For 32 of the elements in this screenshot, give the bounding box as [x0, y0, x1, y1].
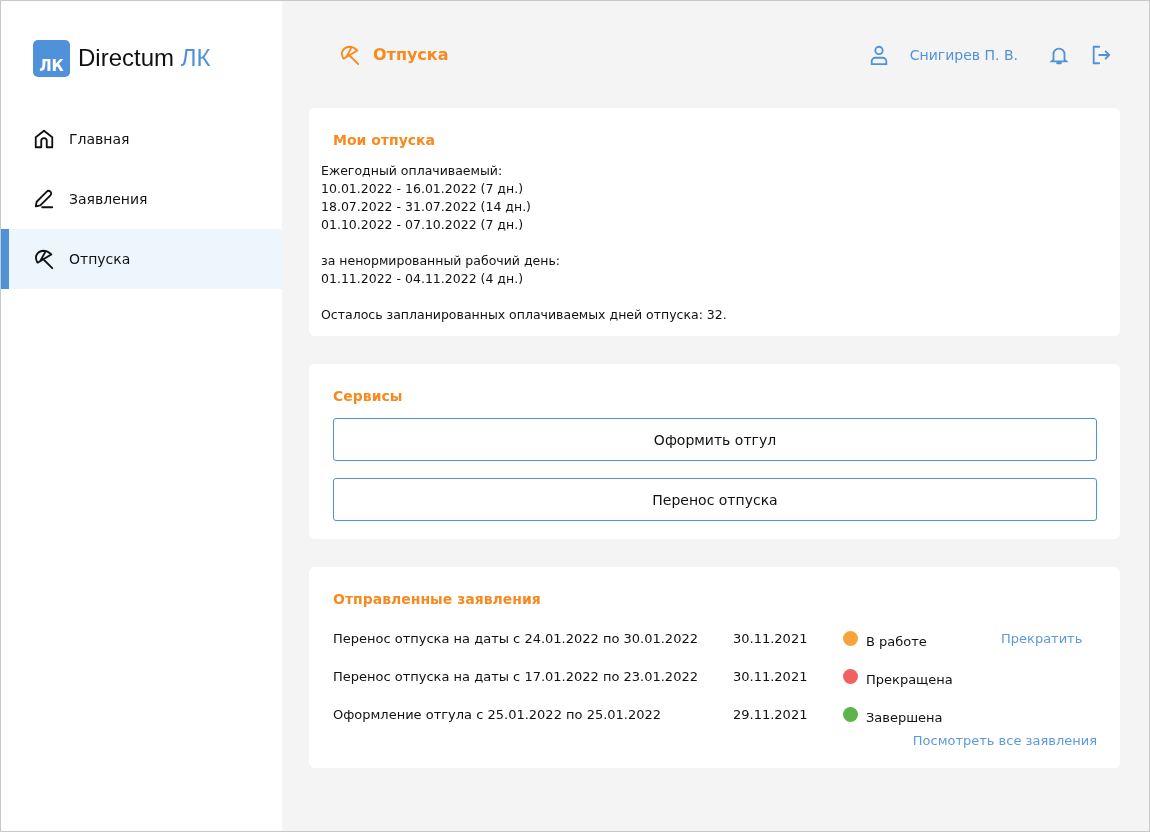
- request-status: В работе: [866, 632, 927, 649]
- request-date: 30.11.2021: [733, 630, 809, 646]
- vacation-dates: 01.11.2022 - 04.11.2022 (4 дн.): [321, 270, 525, 288]
- logo-text: Directum ЛК: [78, 44, 211, 72]
- request-name: Перенос отпуска на даты с 24.01.2022 по 30.01.2022: [333, 630, 699, 646]
- request-name: Перенос отпуска на даты с 17.01.2022 по 23.01.2022: [333, 668, 699, 684]
- vacation-type: Ежегодный оплачиваемый:: [321, 162, 504, 180]
- sidebar-item[interactable]: Заявления: [1, 169, 282, 229]
- request-name: Оформление отгула с 25.01.2022 по 25.01.2022: [333, 706, 663, 722]
- service-button[interactable]: Оформить отгул: [333, 418, 1097, 461]
- request-date: 29.11.2021: [733, 706, 809, 722]
- request-status: Прекращена: [866, 670, 953, 687]
- vacation-dates: 18.07.2022 - 31.07.2022 (14 дн.): [321, 198, 532, 216]
- vacation-dates: 01.10.2022 - 07.10.2022 (7 дн.): [321, 216, 525, 234]
- card-title: Сервисы: [333, 388, 404, 404]
- service-button[interactable]: Перенос отпуска: [333, 478, 1097, 521]
- logo-badge: ЛК: [33, 39, 70, 77]
- vacation-type: за ненормированный рабочий день:: [321, 252, 561, 270]
- page-title: Отпуска: [373, 45, 449, 64]
- request-date: 30.11.2021: [733, 668, 809, 684]
- remaining-days: Осталось запланированных оплачиваемых дней отпуска: 32.: [321, 306, 1096, 324]
- vacation-dates: 10.01.2022 - 16.01.2022 (7 дн.): [321, 180, 525, 198]
- sidebar-item[interactable]: Главная: [1, 109, 282, 169]
- card-title: Отправленные заявления: [333, 591, 542, 607]
- logout-icon[interactable]: [1090, 43, 1112, 66]
- home-icon: [33, 128, 55, 150]
- umbrella-icon: [33, 248, 55, 270]
- sidebar-item[interactable]: Отпуска: [1, 229, 282, 289]
- card-title: Мои отпуска: [333, 132, 436, 148]
- request-status: Завершена: [866, 708, 943, 725]
- pen-icon: [33, 188, 55, 210]
- umbrella-icon: [339, 43, 361, 66]
